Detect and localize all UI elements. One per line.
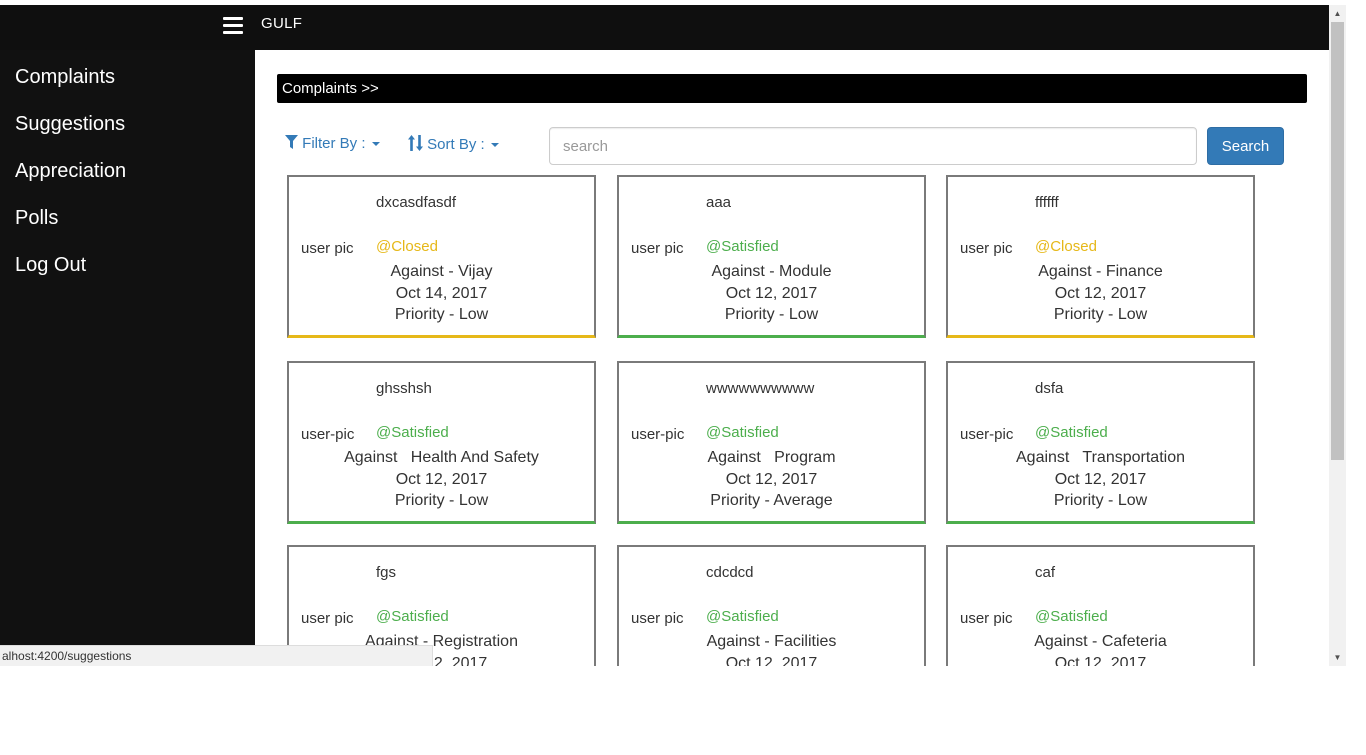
card-title: dxcasdfasdf [376, 194, 457, 211]
card-details: Against - Facilities Oct 12, 2017 [619, 631, 924, 666]
complaint-card[interactable]: ghsshsh user-pic @Satisfied Against Health … [287, 361, 596, 524]
user-pic-placeholder: user pic [631, 240, 684, 257]
card-details: Against Health And Safety Oct 12, 2017 Pri… [289, 447, 594, 512]
sidebar-item-appreciation[interactable]: Appreciation [0, 146, 255, 193]
against-label: Against - Cafeteria [1034, 633, 1167, 650]
card-details: Against - Module Oct 12, 2017 Priority - L… [619, 261, 924, 326]
priority-label: Priority - Low [394, 492, 489, 509]
card-title: fgs [376, 564, 397, 581]
status-badge: @Satisfied [1035, 424, 1108, 441]
complaint-card[interactable]: cdcdcd user pic @Satisfied Against - Facili… [617, 545, 926, 666]
against-label: Against - Finance [1038, 263, 1163, 280]
against-label: Against Program [707, 449, 836, 466]
priority-label: Priority - Low [724, 306, 819, 323]
complaint-card[interactable]: caf user pic @Satisfied Against - Cafeteria… [946, 545, 1255, 666]
priority-label: Priority - Low [1053, 492, 1148, 509]
card-details: Against Transportation Oct 12, 2017 Priori… [948, 447, 1253, 512]
scroll-up-arrow-icon[interactable]: ▲ [1329, 5, 1346, 22]
search-input[interactable] [549, 127, 1197, 165]
sidebar-item-polls[interactable]: Polls [0, 193, 255, 240]
complaint-card[interactable]: ffffff user pic @Closed Against - Finance Oc… [946, 175, 1255, 338]
status-badge: @Satisfied [1035, 608, 1108, 625]
date-label: Oct 12, 2017 [1054, 470, 1147, 488]
scroll-down-arrow-icon[interactable]: ▼ [1329, 649, 1346, 666]
user-pic-placeholder: user-pic [960, 426, 1014, 443]
toolbar: Filter By : Sort By : Search [285, 127, 1285, 167]
date-label: Oct 12, 2017 [725, 284, 818, 302]
complaint-card[interactable]: aaa user pic @Satisfied Against - Module Oct… [617, 175, 926, 338]
user-pic-placeholder: user-pic [631, 426, 685, 443]
date-label: Oct 12, 2017 [1054, 284, 1147, 302]
sidebar: Complaints Suggestions Appreciation Poll… [0, 50, 255, 666]
main-content: Complaints >> Filter By : Sort By : Sear… [255, 50, 1329, 666]
sort-label: Sort By : [427, 136, 485, 153]
card-title: cdcdcd [706, 564, 754, 581]
against-label: Against - Facilities [706, 633, 837, 650]
breadcrumb: Complaints >> [277, 74, 1307, 103]
date-label: Oct 12, 2017 [725, 654, 818, 667]
user-pic-placeholder: user pic [631, 610, 684, 627]
sidebar-item-suggestions[interactable]: Suggestions [0, 99, 255, 146]
priority-label: Priority - Average [710, 492, 833, 509]
card-details: Against - Finance Oct 12, 2017 Priority - … [948, 261, 1253, 326]
priority-label: Priority - Low [394, 306, 489, 323]
complaint-card[interactable]: dxcasdfasdf user pic @Closed Against - Vija… [287, 175, 596, 338]
date-label: Oct 12, 2017 [1054, 654, 1147, 667]
status-badge: @Satisfied [376, 424, 449, 441]
chevron-down-icon [490, 143, 499, 148]
date-label: Oct 12, 2017 [725, 470, 818, 488]
search-button[interactable]: Search [1207, 127, 1284, 165]
user-pic-placeholder: user pic [960, 610, 1013, 627]
filter-label: Filter By : [302, 135, 366, 152]
status-badge: @Satisfied [376, 608, 449, 625]
status-badge: @Satisfied [706, 608, 779, 625]
funnel-icon [285, 135, 298, 149]
complaint-card[interactable]: dsfa user-pic @Satisfied Against Transporta… [946, 361, 1255, 524]
card-details: Against - Vijay Oct 14, 2017 Priority - Lo… [289, 261, 594, 326]
hamburger-menu-icon[interactable] [223, 17, 243, 37]
date-label: Oct 14, 2017 [395, 284, 488, 302]
against-label: Against - Vijay [390, 263, 493, 280]
priority-label: Priority - Low [1053, 306, 1148, 323]
date-label: Oct 12, 2017 [395, 470, 488, 488]
user-pic-placeholder: user pic [301, 610, 354, 627]
user-pic-placeholder: user-pic [301, 426, 355, 443]
status-badge: @Satisfied [706, 238, 779, 255]
complaint-card[interactable]: wwwwwwwwww user-pic @Satisfied Against Prog… [617, 361, 926, 524]
card-details: Against Program Oct 12, 2017 Priority - Av… [619, 447, 924, 512]
user-pic-placeholder: user pic [960, 240, 1013, 257]
card-title: aaa [706, 194, 732, 211]
against-label: Against - Module [711, 263, 832, 280]
status-badge: @Closed [376, 238, 438, 255]
sidebar-item-log-out[interactable]: Log Out [0, 240, 255, 287]
card-title: wwwwwwwwww [706, 380, 815, 397]
card-details: Against - Cafeteria Oct 12, 2017 [948, 631, 1253, 666]
sort-arrows-icon [408, 135, 423, 151]
brand-title: GULF [261, 15, 303, 32]
card-title: ghsshsh [376, 380, 432, 397]
card-title: dsfa [1035, 380, 1064, 397]
vertical-scrollbar[interactable]: ▲ ▼ [1329, 5, 1346, 666]
page-viewport: GULF Complaints Suggestions Appreciation… [0, 0, 1329, 666]
status-badge: @Closed [1035, 238, 1097, 255]
against-label: Against Transportation [1016, 449, 1185, 466]
filter-dropdown[interactable]: Filter By : [285, 135, 380, 152]
top-navbar: GULF [0, 5, 1329, 50]
browser-status-bar: alhost:4200/suggestions [0, 645, 433, 666]
against-label: Against Health And Safety [344, 449, 539, 466]
sort-dropdown[interactable]: Sort By : [408, 135, 499, 153]
sidebar-item-complaints[interactable]: Complaints [0, 52, 255, 99]
user-pic-placeholder: user pic [301, 240, 354, 257]
chevron-down-icon [371, 142, 380, 147]
scrollbar-thumb[interactable] [1331, 22, 1344, 460]
status-badge: @Satisfied [706, 424, 779, 441]
card-title: ffffff [1035, 194, 1059, 211]
card-title: caf [1035, 564, 1056, 581]
